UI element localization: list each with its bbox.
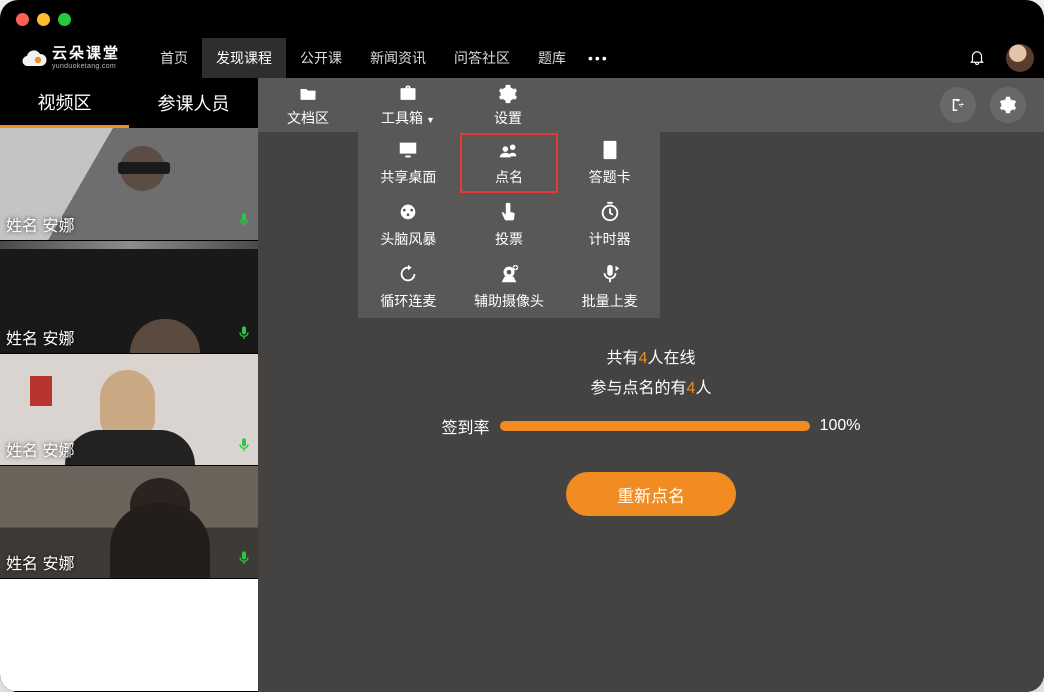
tool-rotate-mic[interactable]: 循环连麦: [358, 256, 459, 318]
participant-name: 姓名 安娜: [6, 212, 74, 236]
brand-logo[interactable]: 云朵课堂 yunduoketang.com: [18, 46, 120, 70]
nav-item-1[interactable]: 发现课程: [202, 38, 286, 78]
user-avatar[interactable]: [1006, 44, 1034, 72]
logo-cloud-icon: [18, 47, 48, 69]
doc-area-button[interactable]: 文档区: [258, 78, 358, 132]
tool-timer[interactable]: 计时器: [559, 194, 660, 256]
logo-text-cn: 云朵课堂: [52, 46, 120, 61]
participant-tile[interactable]: 姓名 安娜: [0, 128, 258, 241]
online-count-post: 人在线: [647, 350, 695, 367]
checkin-rate-value: 100%: [820, 417, 861, 435]
settings-button[interactable]: 设置: [458, 78, 558, 132]
main-panel: 文档区 工具箱▼ 设置: [258, 78, 1044, 692]
top-navigation: 云朵课堂 yunduoketang.com 首页发现课程公开课新闻资讯问答社区题…: [0, 38, 1044, 78]
toolbox-dropdown: 共享桌面 点名 答题卡头脑风暴 投票 计时器循环连麦 辅助摄像头 批量上麦: [358, 132, 660, 318]
exit-button[interactable]: [940, 87, 976, 123]
briefcase-icon: [397, 83, 419, 105]
tool-label: 共享桌面: [380, 167, 436, 187]
app-window: 云朵课堂 yunduoketang.com 首页发现课程公开课新闻资讯问答社区题…: [0, 0, 1044, 692]
logo-text-en: yunduoketang.com: [52, 63, 120, 70]
tool-label: 头脑风暴: [380, 229, 436, 249]
side-tab-video[interactable]: 视频区: [0, 78, 129, 128]
participant-tile[interactable]: 姓名 安娜: [0, 241, 258, 354]
participant-tile[interactable]: 姓名 安娜: [0, 466, 258, 579]
participant-name: 姓名 安娜: [6, 437, 74, 461]
vote-icon: [497, 201, 521, 226]
nav-item-3[interactable]: 新闻资讯: [356, 38, 440, 78]
checkin-rate-bar: [500, 421, 810, 431]
nav-item-2[interactable]: 公开课: [286, 38, 356, 78]
tool-share-screen[interactable]: 共享桌面: [358, 132, 459, 194]
tool-label: 点名: [495, 167, 523, 187]
aux-camera-icon: [497, 263, 521, 288]
gear-icon: [497, 83, 519, 105]
answer-card-icon: [598, 139, 622, 164]
tool-label: 答题卡: [589, 167, 631, 187]
microphone-icon[interactable]: [236, 549, 252, 572]
restart-rollcall-button[interactable]: 重新点名: [566, 472, 736, 516]
nav-item-0[interactable]: 首页: [146, 38, 202, 78]
tool-roll-call[interactable]: 点名: [459, 132, 560, 194]
roll-call-icon: [497, 139, 521, 164]
batch-mic-icon: [598, 263, 622, 288]
tool-answer-card[interactable]: 答题卡: [559, 132, 660, 194]
folder-icon: [297, 83, 319, 105]
room-settings-button[interactable]: [990, 87, 1026, 123]
tool-label: 批量上麦: [582, 291, 638, 311]
roll-call-panel: 共有4人在线 参与点名的有4人 签到率 100% 重新点名: [258, 338, 1044, 516]
tool-label: 循环连麦: [380, 291, 436, 311]
tool-vote[interactable]: 投票: [459, 194, 560, 256]
tool-brainstorm[interactable]: 头脑风暴: [358, 194, 459, 256]
online-count-pre: 共有: [607, 350, 639, 367]
participant-name: 姓名 安娜: [6, 550, 74, 574]
checkin-rate-label: 签到率: [442, 414, 490, 438]
notifications-icon[interactable]: [968, 48, 986, 69]
tool-batch-mic[interactable]: 批量上麦: [559, 256, 660, 318]
tool-aux-camera[interactable]: 辅助摄像头: [459, 256, 560, 318]
brainstorm-icon: [396, 201, 420, 226]
maximize-window-button[interactable]: [58, 13, 71, 26]
nav-item-4[interactable]: 问答社区: [440, 38, 524, 78]
video-participant-list: 姓名 安娜姓名 安娜姓名 安娜姓名 安娜: [0, 128, 258, 692]
empty-tile: [0, 579, 258, 692]
share-screen-icon: [396, 139, 420, 164]
microphone-icon[interactable]: [236, 324, 252, 347]
minimize-window-button[interactable]: [37, 13, 50, 26]
toolbox-button[interactable]: 工具箱▼: [358, 78, 458, 132]
microphone-icon[interactable]: [236, 211, 252, 234]
doc-area-label: 文档区: [287, 108, 329, 128]
timer-icon: [598, 201, 622, 226]
tool-label: 投票: [495, 229, 523, 249]
participated-pre: 参与点名的有: [591, 380, 687, 397]
chevron-down-icon: ▼: [426, 115, 435, 125]
participated-post: 人: [695, 380, 711, 397]
participant-name: 姓名 安娜: [6, 325, 74, 349]
participant-tile[interactable]: 姓名 安娜: [0, 354, 258, 467]
main-toolbar: 文档区 工具箱▼ 设置: [258, 78, 1044, 132]
nav-item-5[interactable]: 题库: [524, 38, 580, 78]
close-window-button[interactable]: [16, 13, 29, 26]
side-tab-participants[interactable]: 参课人员: [129, 78, 258, 128]
tool-label: 辅助摄像头: [474, 291, 544, 311]
window-titlebar: [0, 0, 1044, 38]
toolbox-label: 工具箱: [381, 110, 423, 126]
nav-more-icon[interactable]: •••: [588, 50, 609, 66]
microphone-icon[interactable]: [236, 436, 252, 459]
sidebar: 视频区参课人员 姓名 安娜姓名 安娜姓名 安娜姓名 安娜: [0, 78, 258, 692]
rotate-mic-icon: [396, 263, 420, 288]
tool-label: 计时器: [589, 229, 631, 249]
settings-label: 设置: [494, 108, 522, 128]
